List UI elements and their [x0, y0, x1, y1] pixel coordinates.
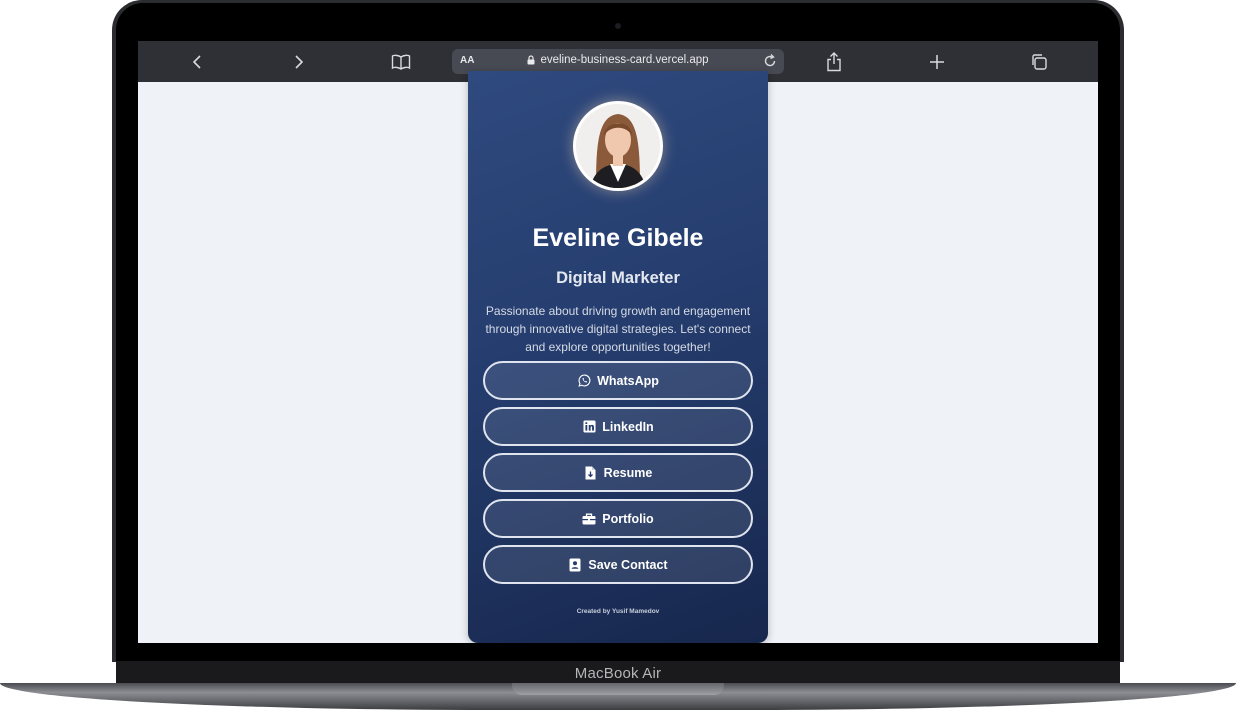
resume-button[interactable]: Resume	[483, 453, 753, 492]
resume-label: Resume	[603, 465, 653, 480]
forward-button[interactable]	[286, 49, 312, 75]
new-tab-icon	[930, 55, 944, 69]
url-text: eveline-business-card.vercel.app	[540, 54, 709, 66]
linkedin-label: LinkedIn	[602, 419, 654, 434]
profile-bio: Passionate about driving growth and enga…	[485, 304, 751, 354]
laptop-hinge-notch	[512, 683, 724, 695]
portfolio-button[interactable]: Portfolio	[483, 499, 753, 538]
browser-screen: AA eveline-business-card.vercel.app Evel…	[138, 41, 1098, 643]
save-contact-button[interactable]: Save Contact	[483, 545, 753, 584]
linkedin-button[interactable]: LinkedIn	[483, 407, 753, 446]
device-label: MacBook Air	[574, 664, 662, 682]
profile-title: Digital Marketer	[556, 269, 680, 287]
business-card: Eveline Gibele Digital Marketer Passiona…	[468, 71, 768, 643]
avatar	[573, 101, 663, 191]
tabs-icon	[1032, 54, 1047, 70]
portfolio-label: Portfolio	[602, 511, 654, 526]
credit-text: Created by Yusif Mamedov	[576, 608, 660, 615]
whatsapp-label: WhatsApp	[597, 373, 659, 388]
briefcase-icon	[582, 512, 596, 526]
contact-card-icon	[568, 558, 582, 572]
back-button[interactable]	[184, 49, 210, 75]
reload-icon[interactable]	[762, 53, 778, 69]
share-button[interactable]	[821, 49, 847, 75]
share-icon	[827, 52, 841, 72]
profile-name: Eveline Gibele	[532, 224, 704, 252]
tabs-overview-button[interactable]	[1026, 49, 1052, 75]
profile-photo-icon	[576, 104, 660, 188]
bookmarks-icon	[391, 54, 411, 70]
laptop-chin: MacBook Air	[116, 661, 1120, 685]
new-tab-button[interactable]	[924, 49, 950, 75]
bookmarks-button[interactable]	[388, 49, 414, 75]
save-contact-label: Save Contact	[588, 557, 668, 572]
camera-icon	[615, 23, 621, 29]
forward-icon	[295, 55, 304, 69]
whatsapp-button[interactable]: WhatsApp	[483, 361, 753, 400]
whatsapp-icon	[577, 374, 591, 388]
back-icon	[192, 55, 201, 69]
resume-file-icon	[584, 466, 598, 480]
url-display: eveline-business-card.vercel.app	[452, 54, 784, 66]
linkedin-icon	[582, 420, 596, 434]
lock-icon	[527, 55, 535, 65]
